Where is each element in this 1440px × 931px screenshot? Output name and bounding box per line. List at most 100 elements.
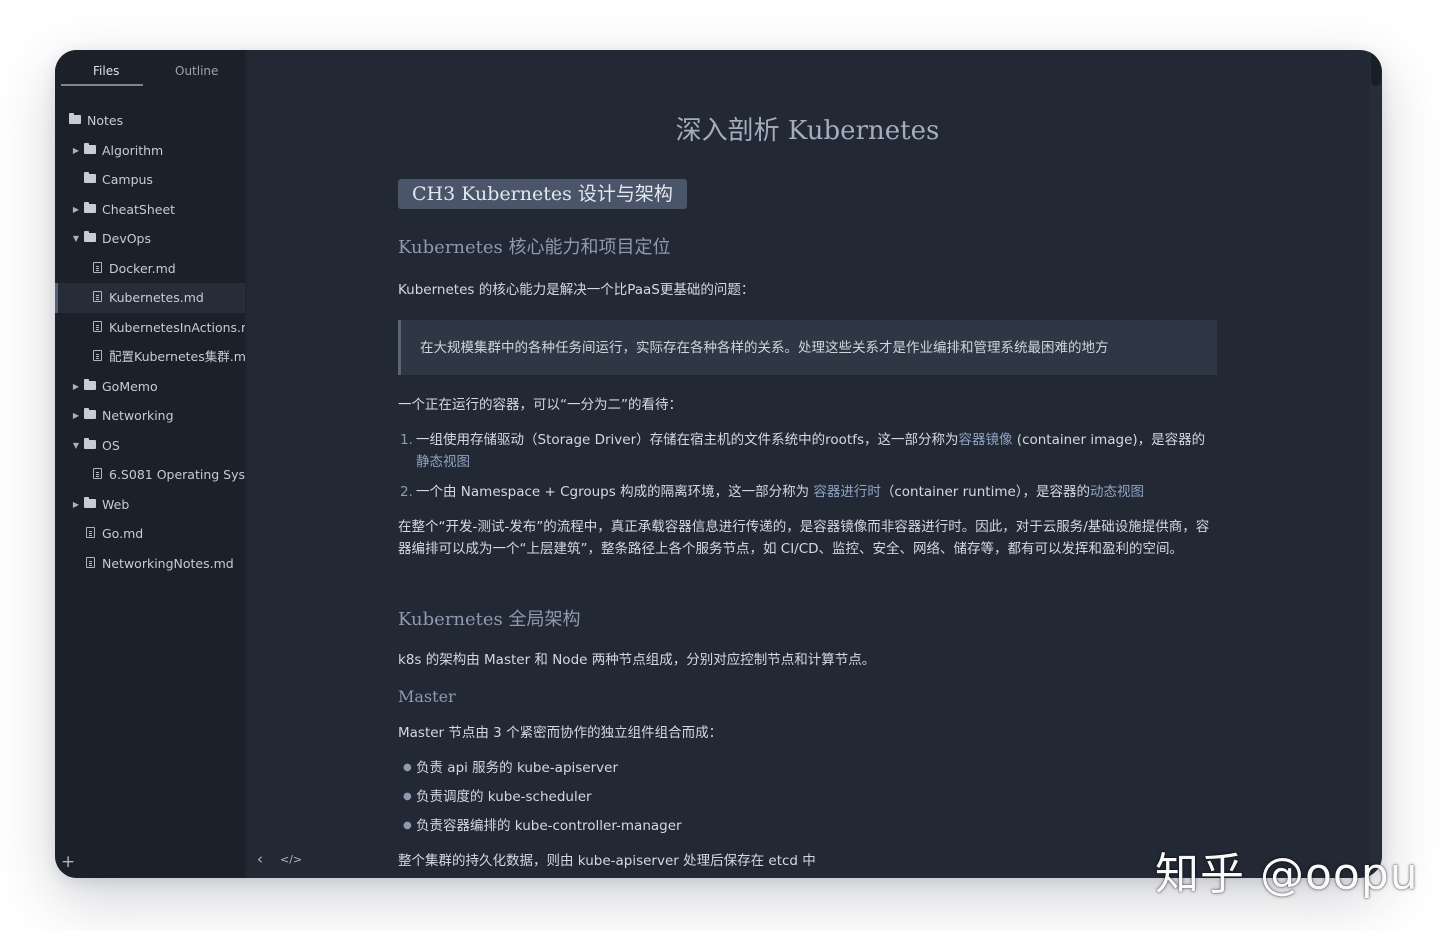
heading-ch3: CH3 Kubernetes 设计与架构 (398, 179, 687, 209)
document-title: 深入剖析 Kubernetes (675, 116, 940, 146)
tree-file[interactable]: Kubernetes.md (55, 283, 245, 313)
code-icon[interactable]: </> (280, 853, 302, 866)
bullet-icon: ● (403, 791, 412, 802)
tree-file[interactable]: 6.S081 Operating System (55, 460, 245, 490)
tree-item-label: Go.md (102, 526, 144, 541)
folder-icon (84, 231, 96, 242)
folder-icon (84, 172, 96, 183)
heading-master: Master (398, 687, 456, 706)
paragraph-etcd: 整个集群的持久化数据，则由 kube-apiserver 处理后保存在 etcd… (398, 853, 816, 869)
caret-right-icon[interactable]: ▶ (71, 401, 81, 431)
caret-right-icon[interactable]: ▶ (71, 372, 81, 402)
folder-icon (84, 201, 96, 213)
blockquote-text: 在大规模集群中的各种任务间运行，实际存在各种各样的关系。处理这些关系才是作业编排… (420, 340, 1109, 356)
file-tree: Notes ▶ Algorithm Campus ▶ CheatSheet ▼ DevOps D… (55, 106, 245, 578)
list-item-text: 一个由 Namespace + Cgroups 构成的隔离环境，这一部分称为 容… (416, 481, 1217, 503)
folder-icon (84, 142, 96, 154)
bullet-text: 负责容器编排的 kube-controller-manager (416, 818, 682, 834)
highlight-container-runtime: 容器进行时 (813, 484, 881, 500)
tree-item-label: Web (102, 496, 130, 512)
tree-item-label: 配置Kubernetes集群.md (109, 349, 245, 364)
tab-outline[interactable]: Outline (175, 64, 218, 78)
heading-global-architecture: Kubernetes 全局架构 (398, 609, 581, 630)
tree-file[interactable]: KubernetesInActions.md (55, 313, 245, 343)
tree-item-label: OS (102, 437, 120, 453)
caret-down-icon[interactable]: ▼ (71, 431, 81, 461)
file-icon (93, 261, 102, 273)
editor-pane: 深入剖析 Kubernetes CH3 Kubernetes 设计与架构 Kub… (247, 50, 1370, 878)
tree-folder[interactable]: ▼ DevOps (55, 224, 245, 254)
paragraph-master: Master 节点由 3 个紧密而协作的独立组件组合而成： (398, 725, 723, 741)
list-number: 1. (400, 432, 413, 448)
tree-folder[interactable]: ▼ OS (55, 431, 245, 461)
paragraph-container: 一个正在运行的容器，可以“一分为二”的看待： (398, 397, 682, 413)
tree-folder[interactable]: ▶ CheatSheet (55, 195, 245, 225)
file-icon (86, 556, 95, 568)
folder-icon (69, 113, 81, 124)
tree-folder[interactable]: ▶ Web (55, 490, 245, 520)
tree-item-label: 6.S081 Operating System (109, 467, 245, 482)
file-icon (86, 527, 95, 538)
sidebar-tabs: Files Outline (55, 50, 245, 98)
file-icon (93, 468, 102, 479)
tab-files[interactable]: Files (93, 64, 119, 78)
tree-item-label: Campus (102, 172, 153, 187)
tree-file[interactable]: NetworkingNotes.md (55, 549, 245, 579)
heading-core-capability: Kubernetes 核心能力和项目定位 (398, 237, 671, 258)
paragraph-architecture: k8s 的架构由 Master 和 Node 两种节点组成，分别对应控制节点和计… (398, 652, 876, 668)
folder-icon (84, 437, 96, 449)
bullet-icon: ● (403, 762, 412, 773)
watermark: 知乎 @oopu (1155, 849, 1419, 900)
tree-item-label: Networking (102, 408, 174, 423)
list-text-part: 一个由 Namespace + Cgroups 构成的隔离环境，这一部分称为 (416, 484, 814, 500)
folder-icon (84, 496, 96, 508)
app-window: Files Outline Notes ▶ Algorithm Campus ▶ Chea… (55, 50, 1382, 878)
file-icon (93, 320, 102, 332)
tree-folder[interactable]: Campus (55, 165, 245, 195)
bullet-icon: ● (403, 820, 412, 831)
highlight-container-image: 容器镜像 (958, 432, 1013, 448)
caret-right-icon[interactable]: ▶ (71, 490, 81, 520)
scrollbar[interactable] (1370, 50, 1382, 878)
tree-item-label: Algorithm (102, 142, 164, 158)
list-number: 2. (400, 484, 413, 500)
tree-folder[interactable]: ▶ GoMemo (55, 372, 245, 402)
tree-folder[interactable]: Notes (55, 106, 245, 136)
highlight-dynamic-view: 动态视图 (1090, 484, 1145, 500)
scrollbar-thumb[interactable] (1371, 50, 1381, 86)
tree-item-label: KubernetesInActions.md (109, 319, 245, 335)
highlight-static-view: 静态视图 (416, 454, 470, 470)
file-icon (93, 350, 102, 361)
list-item-text: 一组使用存储驱动（Storage Driver）存储在宿主机的文件系统中的roo… (416, 429, 1217, 473)
bullet-text: 负责 api 服务的 kube-apiserver (416, 760, 618, 776)
caret-down-icon[interactable]: ▼ (71, 224, 81, 254)
plus-icon[interactable]: + (61, 852, 75, 872)
tree-file[interactable]: Go.md (55, 519, 245, 549)
folder-icon (84, 408, 96, 419)
tree-item-label: Notes (87, 113, 124, 128)
sidebar: Files Outline Notes ▶ Algorithm Campus ▶ Chea… (55, 50, 245, 878)
list-text-part: （container runtime），是容器的 (880, 484, 1091, 500)
tree-item-label: NetworkingNotes.md (102, 555, 234, 571)
tree-item-label: GoMemo (102, 378, 158, 394)
bullet-text: 负责调度的 kube-scheduler (416, 789, 592, 805)
tree-item-label: CheatSheet (102, 201, 176, 217)
tree-item-label: Kubernetes.md (109, 290, 204, 305)
tree-folder[interactable]: ▶ Networking (55, 401, 245, 431)
chevron-left-icon[interactable]: ‹ (257, 850, 263, 868)
paragraph-core: Kubernetes 的核心能力是解决一个比PaaS更基础的问题： (398, 282, 755, 298)
list-text-part: (container image)，是容器的 (1012, 432, 1206, 448)
blockquote: 在大规模集群中的各种任务间运行，实际存在各种各样的关系。处理这些关系才是作业编排… (398, 320, 1217, 375)
tree-file[interactable]: 配置Kubernetes集群.md (55, 342, 245, 372)
folder-icon (84, 378, 96, 390)
tree-item-label: DevOps (102, 231, 151, 246)
active-tab-indicator (61, 84, 143, 86)
tree-file[interactable]: Docker.md (55, 254, 245, 284)
file-icon (93, 291, 102, 302)
tree-item-label: Docker.md (109, 260, 176, 276)
caret-right-icon[interactable]: ▶ (71, 136, 81, 166)
tree-folder[interactable]: ▶ Algorithm (55, 136, 245, 166)
list-text-part: 一组使用存储驱动（Storage Driver）存储在宿主机的文件系统中的roo… (416, 432, 959, 448)
caret-right-icon[interactable]: ▶ (71, 195, 81, 225)
paragraph-pipeline: 在整个“开发-测试-发布”的流程中，真正承载容器信息进行传递的，是容器镜像而非容… (398, 519, 1210, 557)
